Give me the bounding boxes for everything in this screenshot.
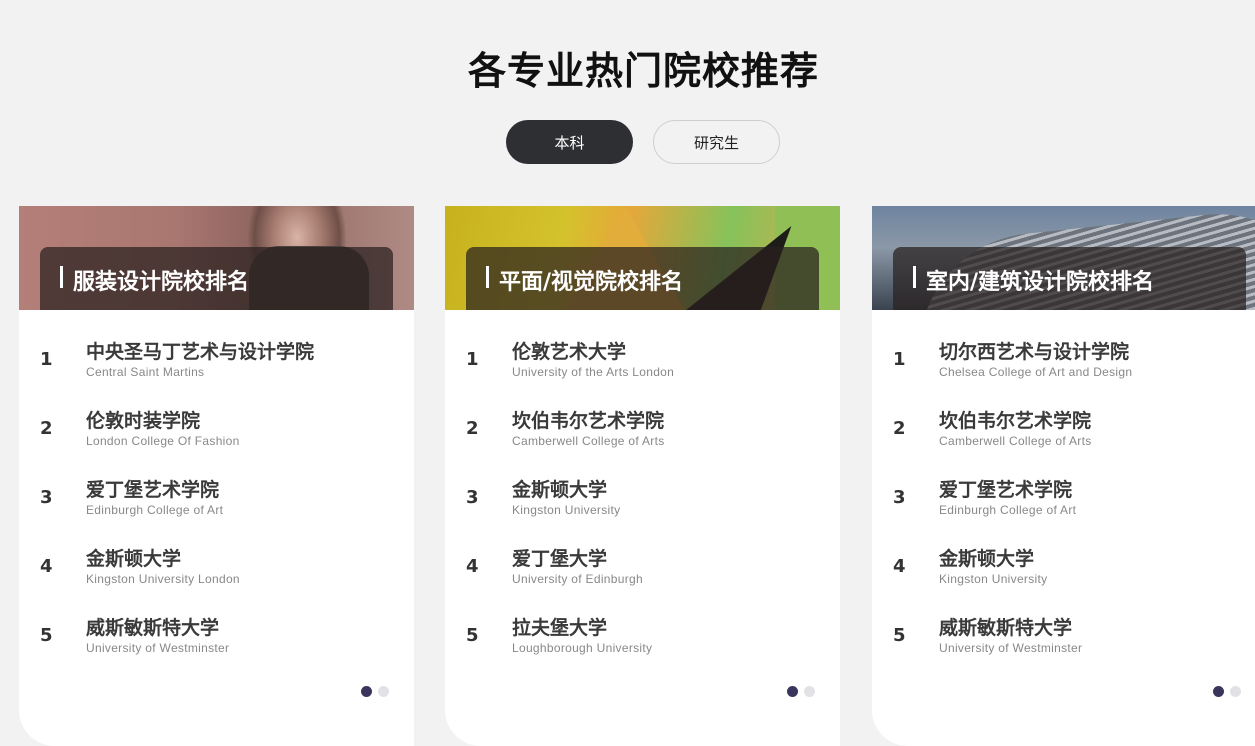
list-item[interactable]: 1 切尔西艺术与设计学院 Chelsea College of Art and D…: [872, 341, 1255, 410]
school-name-en: Kingston University London: [86, 572, 240, 586]
card-title: 室内/建筑设计院校排名: [926, 270, 1155, 295]
ranking-card-architecture: 室内/建筑设计院校排名 1 切尔西艺术与设计学院 Chelsea College …: [872, 206, 1255, 746]
list-item[interactable]: 2 伦敦时装学院 London College Of Fashion: [19, 410, 414, 479]
pagination-dot-1[interactable]: [361, 686, 372, 697]
school-name-zh[interactable]: 坎伯韦尔艺术学院: [512, 410, 665, 432]
pagination-dot-2[interactable]: [1230, 686, 1241, 697]
rank-number: 4: [893, 556, 906, 577]
ranking-list: 1 切尔西艺术与设计学院 Chelsea College of Art and D…: [872, 341, 1255, 686]
list-item[interactable]: 1 中央圣马丁艺术与设计学院 Central Saint Martins: [19, 341, 414, 410]
school-name-zh[interactable]: 威斯敏斯特大学: [86, 617, 229, 639]
school-name-en: University of the Arts London: [512, 365, 675, 379]
rank-number: 2: [466, 418, 479, 439]
school-name-en: Chelsea College of Art and Design: [939, 365, 1133, 379]
pagination-dots: [787, 686, 815, 697]
ranking-card-fashion: 服装设计院校排名 1 中央圣马丁艺术与设计学院 Central Saint Mar…: [19, 206, 414, 746]
school-name-zh[interactable]: 金斯顿大学: [939, 548, 1047, 570]
pagination-dot-2[interactable]: [804, 686, 815, 697]
list-item[interactable]: 2 坎伯韦尔艺术学院 Camberwell College of Arts: [445, 410, 840, 479]
tab-undergraduate[interactable]: 本科: [506, 120, 633, 164]
rank-number: 5: [893, 625, 906, 646]
list-item[interactable]: 4 金斯顿大学 Kingston University: [872, 548, 1255, 617]
rank-number: 3: [466, 487, 479, 508]
list-item[interactable]: 2 坎伯韦尔艺术学院 Camberwell College of Arts: [872, 410, 1255, 479]
page-title: 各专业热门院校推荐: [467, 49, 819, 93]
card-banner-image: 室内/建筑设计院校排名: [872, 206, 1255, 310]
tab-postgraduate[interactable]: 研究生: [653, 120, 780, 164]
rank-number: 1: [466, 349, 479, 370]
list-item[interactable]: 5 拉夫堡大学 Loughborough University: [445, 617, 840, 686]
school-name-en: Kingston University: [939, 572, 1048, 586]
school-name-zh[interactable]: 切尔西艺术与设计学院: [939, 341, 1132, 363]
school-name-en: Camberwell College of Arts: [939, 434, 1092, 448]
list-item[interactable]: 3 爱丁堡艺术学院 Edinburgh College of Art: [872, 479, 1255, 548]
school-name-zh[interactable]: 伦敦时装学院: [86, 410, 240, 432]
rank-number: 2: [40, 418, 53, 439]
rank-number: 5: [40, 625, 53, 646]
list-item[interactable]: 4 爱丁堡大学 University of Edinburgh: [445, 548, 840, 617]
school-name-en: Kingston University: [512, 503, 621, 517]
list-item[interactable]: 3 金斯顿大学 Kingston University: [445, 479, 840, 548]
rank-number: 3: [893, 487, 906, 508]
school-name-zh[interactable]: 伦敦艺术大学: [512, 341, 674, 363]
school-name-zh[interactable]: 威斯敏斯特大学: [939, 617, 1082, 639]
title-bar-icon: [60, 266, 63, 288]
rank-number: 4: [40, 556, 53, 577]
list-item[interactable]: 3 爱丁堡艺术学院 Edinburgh College of Art: [19, 479, 414, 548]
list-item[interactable]: 4 金斯顿大学 Kingston University London: [19, 548, 414, 617]
rank-number: 3: [40, 487, 53, 508]
card-title-box: 平面/视觉院校排名: [466, 247, 819, 310]
ranking-list: 1 伦敦艺术大学 University of the Arts London 2 …: [445, 341, 840, 686]
pagination-dots: [361, 686, 389, 697]
title-bar-icon: [486, 266, 489, 288]
school-name-zh[interactable]: 中央圣马丁艺术与设计学院: [86, 341, 314, 363]
rank-number: 5: [466, 625, 479, 646]
title-bar-icon: [913, 266, 916, 288]
pagination-dot-1[interactable]: [1213, 686, 1224, 697]
rank-number: 2: [893, 418, 906, 439]
school-name-zh[interactable]: 金斯顿大学: [512, 479, 620, 501]
pagination-dot-2[interactable]: [378, 686, 389, 697]
school-name-en: Edinburgh College of Art: [86, 503, 224, 517]
list-item[interactable]: 5 威斯敏斯特大学 University of Westminster: [19, 617, 414, 686]
card-banner-image: 服装设计院校排名: [19, 206, 414, 310]
school-name-en: University of Westminster: [939, 641, 1083, 655]
school-name-en: London College Of Fashion: [86, 434, 240, 448]
school-name-zh[interactable]: 爱丁堡艺术学院: [939, 479, 1076, 501]
school-name-en: Camberwell College of Arts: [512, 434, 665, 448]
rank-number: 1: [893, 349, 906, 370]
school-name-en: Loughborough University: [512, 641, 653, 655]
card-title: 平面/视觉院校排名: [499, 270, 684, 295]
school-name-zh[interactable]: 爱丁堡艺术学院: [86, 479, 223, 501]
school-name-en: University of Westminster: [86, 641, 230, 655]
school-name-zh[interactable]: 爱丁堡大学: [512, 548, 643, 570]
card-banner-image: 平面/视觉院校排名: [445, 206, 840, 310]
card-title-box: 服装设计院校排名: [40, 247, 393, 310]
school-name-en: Edinburgh College of Art: [939, 503, 1077, 517]
card-title-box: 室内/建筑设计院校排名: [893, 247, 1246, 310]
school-name-zh[interactable]: 拉夫堡大学: [512, 617, 652, 639]
pagination-dot-1[interactable]: [787, 686, 798, 697]
rank-number: 1: [40, 349, 53, 370]
school-name-zh[interactable]: 坎伯韦尔艺术学院: [939, 410, 1092, 432]
rank-number: 4: [466, 556, 479, 577]
school-name-zh[interactable]: 金斯顿大学: [86, 548, 240, 570]
school-name-en: Central Saint Martins: [86, 365, 205, 379]
school-name-en: University of Edinburgh: [512, 572, 643, 586]
ranking-card-graphic: 平面/视觉院校排名 1 伦敦艺术大学 University of the Arts…: [445, 206, 840, 746]
pagination-dots: [1213, 686, 1241, 697]
card-title: 服装设计院校排名: [73, 270, 250, 295]
list-item[interactable]: 5 威斯敏斯特大学 University of Westminster: [872, 617, 1255, 686]
ranking-list: 1 中央圣马丁艺术与设计学院 Central Saint Martins 2 伦敦…: [19, 341, 414, 686]
list-item[interactable]: 1 伦敦艺术大学 University of the Arts London: [445, 341, 840, 410]
level-tabs: 本科 研究生: [506, 120, 780, 164]
